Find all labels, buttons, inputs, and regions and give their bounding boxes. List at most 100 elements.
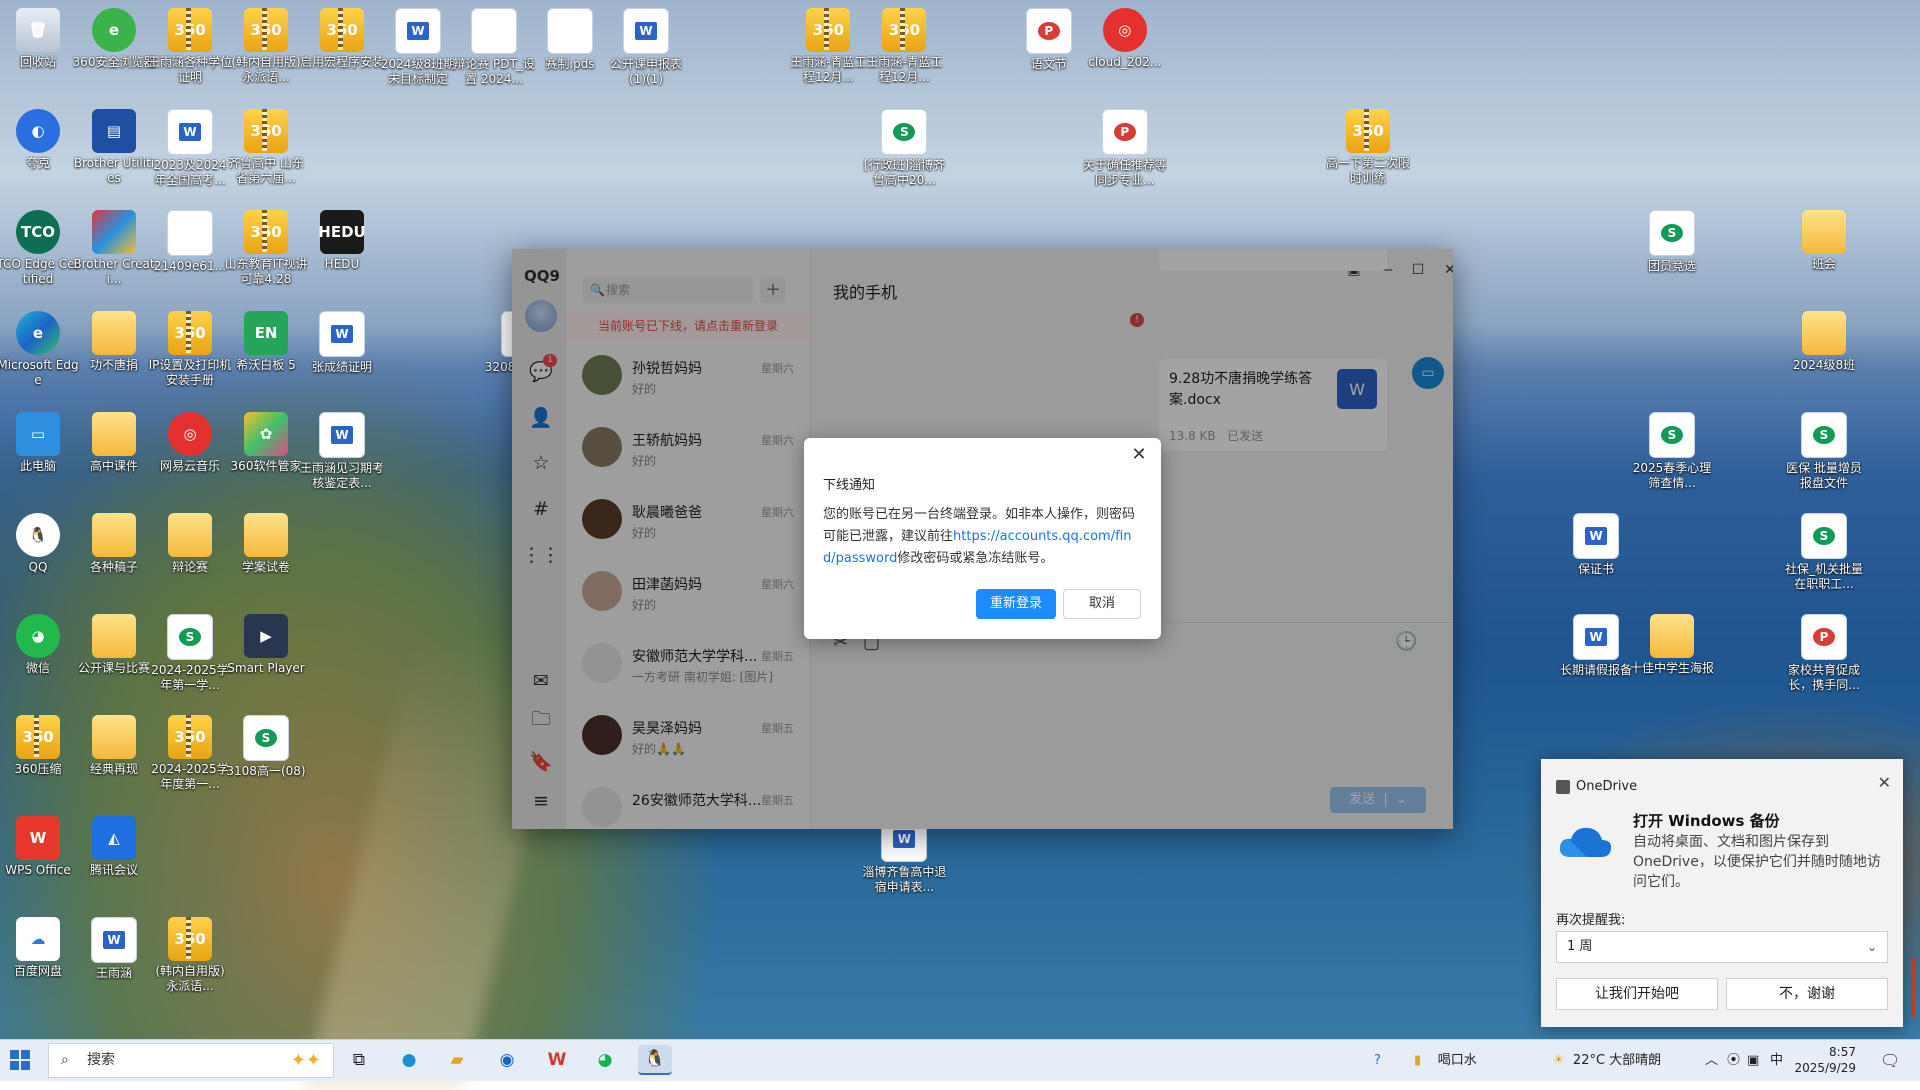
outlook-icon[interactable]: ◉	[490, 1045, 524, 1075]
desktop-icon[interactable]: W 2023及2024年全国高考...	[148, 109, 232, 188]
desktop-icon[interactable]: ◎ 网易云音乐	[148, 412, 232, 474]
display-icon[interactable]: ▣	[1747, 1040, 1759, 1081]
desktop-icon[interactable]: 辩论赛	[148, 513, 232, 575]
task-view-icon[interactable]: ⧉	[342, 1045, 376, 1075]
desktop-icon[interactable]: e Microsoft Edge	[0, 311, 80, 388]
record-icon[interactable]: ⦿	[1727, 1040, 1740, 1081]
desktop-icon[interactable]: 360 王雨涵-青蓝工程12月...	[862, 8, 946, 85]
sun-icon: ☀	[1553, 1053, 1565, 1068]
desktop-icon[interactable]: 360 (韩内自用版) 永派语...	[148, 917, 232, 994]
desktop-icon[interactable]: 360 360压缩	[0, 715, 80, 777]
desktop-icon-label: 回收站	[19, 55, 56, 69]
decline-button[interactable]: 不，谢谢	[1726, 978, 1888, 1010]
desktop-icon[interactable]: 各种稿子	[72, 513, 156, 575]
desktop-icon-label: 夸克	[25, 156, 50, 170]
desktop-icon[interactable]: S 团员竞选	[1630, 210, 1714, 274]
desktop-icon[interactable]: S 2024-2025学年第一学...	[148, 614, 232, 693]
desktop-icon[interactable]: W WPS Office	[0, 816, 80, 878]
desktop-icon-label: 山东教育IT视讲可靠4.28	[224, 257, 308, 286]
desktop-icon[interactable]: ☁ 百度网盘	[0, 917, 80, 979]
desktop-icon[interactable]: 360 王雨涵-青蓝工程12月...	[786, 8, 870, 85]
cancel-button[interactable]: 取消	[1063, 589, 1141, 619]
show-hidden-icons-icon[interactable]: ︿	[1705, 1040, 1718, 1081]
notification-center-icon[interactable]: 🗨	[1880, 1040, 1900, 1081]
desktop-icon[interactable]: 🐧 QQ	[0, 513, 80, 575]
desktop-icon[interactable]: S 医保 批量增员报盘文件	[1782, 412, 1866, 491]
desktop-icon[interactable]: ◭ 腾讯会议	[72, 816, 156, 878]
edge-taskbar-icon[interactable]: ●	[392, 1045, 426, 1075]
desktop-icon-label: 辩论赛	[171, 560, 208, 574]
desktop-icon[interactable]: W 王雨涵见习期考核鉴定表...	[300, 412, 384, 491]
desktop-icon[interactable]: 赛制.pds	[528, 8, 612, 72]
desktop-icon[interactable]: ✿ 360软件管家	[224, 412, 308, 474]
desktop-icon[interactable]: 360 王雨涵各种学位证明	[148, 8, 232, 85]
desktop-icon[interactable]: 360 启用宏程序安装	[300, 8, 384, 70]
desktop-icon[interactable]: W 张成绩证明	[300, 311, 384, 375]
desktop-icon[interactable]: 🗑 回收站	[0, 8, 80, 70]
desktop-icon[interactable]: W 长期请假报备	[1554, 614, 1638, 678]
remind-select[interactable]: 1 周 ⌄	[1556, 931, 1888, 963]
desktop-icon[interactable]: ◕ 微信	[0, 614, 80, 676]
desktop-icon[interactable]: P 关于确任推荐等同步专业...	[1083, 109, 1167, 188]
dialog-close-icon[interactable]: ✕	[1127, 443, 1151, 467]
netease-icon: ◎	[1102, 8, 1147, 52]
desktop-icon[interactable]: 360 齐鲁高中 山东省第六届...	[224, 109, 308, 186]
desktop-icon[interactable]: EN 希沃白板 5	[224, 311, 308, 373]
desktop-icon[interactable]: S 2025春季心理筛查情...	[1630, 412, 1714, 491]
onedrive-app-icon	[1556, 779, 1570, 794]
start-backup-button[interactable]: 让我们开始吧	[1556, 978, 1718, 1010]
file-explorer-icon[interactable]: ▰	[440, 1045, 474, 1075]
desktop-icon[interactable]: Brother Creati...	[72, 210, 156, 287]
desktop-icon-label: 360压缩	[14, 762, 62, 776]
help-icon[interactable]: ?	[1374, 1040, 1381, 1081]
desktop-icon[interactable]: W 2024级8班期末目标制定	[376, 8, 460, 87]
desktop-icon[interactable]: S 社保_机关批量在职职工...	[1782, 513, 1866, 592]
wechat-icon: ◕	[16, 614, 60, 658]
desktop-icon[interactable]: HEDU HEDU	[300, 210, 384, 272]
desktop-icon[interactable]: W 王雨涵	[72, 917, 156, 981]
toast-close-icon[interactable]: ✕	[1878, 773, 1891, 792]
desktop-icon[interactable]: 360 (韩内自用版) 永派语...	[224, 8, 308, 85]
desktop-icon[interactable]: ◐ 夸克	[0, 109, 80, 171]
desktop-icon[interactable]: 360 IP设置及打印机安装手册	[148, 311, 232, 388]
desktop-icon-label: 功不唐捐	[89, 358, 138, 372]
desktop-icon[interactable]: W 公开课申报表(1)(1)	[604, 8, 688, 87]
desktop-icon[interactable]: ▤ Brother Utilities	[72, 109, 156, 186]
desktop-icon[interactable]: P 家校共育促成长，携手同...	[1782, 614, 1866, 693]
desktop-icon[interactable]: 功不唐捐	[72, 311, 156, 373]
desktop-icon[interactable]: ▶ Smart Player	[224, 614, 308, 676]
desktop-icon[interactable]: S 3108高一(08)	[224, 715, 308, 779]
desktop-icon[interactable]: 十佳中学生海报	[1630, 614, 1714, 676]
wps-taskbar-icon[interactable]: W	[540, 1045, 574, 1075]
desktop-icon[interactable]: W 保证书	[1554, 513, 1638, 577]
start-button[interactable]	[10, 1050, 30, 1070]
remind-label: 再次提醒我:	[1556, 913, 1626, 928]
desktop-icon[interactable]: 高中课件	[72, 412, 156, 474]
qq-taskbar-icon[interactable]: 🐧	[638, 1045, 672, 1075]
desktop-icon[interactable]: 学案试卷	[224, 513, 308, 575]
desktop-icon[interactable]: e 360安全浏览器	[72, 8, 156, 70]
desktop-icon[interactable]: P 语文节	[1007, 8, 1091, 72]
doc-icon	[471, 8, 517, 54]
desktop-icon[interactable]: ▭ 此电脑	[0, 412, 80, 474]
word-icon: W	[395, 8, 441, 54]
relogin-button[interactable]: 重新登录	[976, 589, 1056, 619]
wechat-taskbar-icon[interactable]: ◕	[588, 1045, 622, 1075]
desktop-icon[interactable]: 辩论赛 PDT_设置 2024...	[452, 8, 536, 87]
desktop-icon[interactable]: S [行政班]淄博齐鲁高中20...	[862, 109, 946, 188]
desktop-icon[interactable]: 班会	[1782, 210, 1866, 272]
desktop-icon[interactable]: 360 2024-2025学年度第一...	[148, 715, 232, 792]
desktop-icon[interactable]: 360 山东教育IT视讲可靠4.28	[224, 210, 308, 287]
desktop-icon-label: 百度网盘	[13, 964, 62, 978]
weather-widget[interactable]: ☀ 22°C 大部晴朗	[1553, 1040, 1661, 1081]
desktop-icon[interactable]: 360 高一下第二次限时训练	[1326, 109, 1410, 186]
desktop-icon[interactable]: TCO TCO Edge Certified	[0, 210, 80, 287]
desktop-icon[interactable]: 经典再现	[72, 715, 156, 777]
desktop-icon[interactable]: 2024级8班	[1782, 311, 1866, 373]
taskbar-search-box[interactable]: ⌕ 搜索 ✦✦	[48, 1043, 334, 1078]
desktop-icon[interactable]: 21409e61...	[148, 210, 232, 274]
desktop-icon[interactable]: 公开课与比赛	[72, 614, 156, 676]
clock[interactable]: 8:57 2025/9/29	[1776, 1044, 1856, 1076]
drink-reminder[interactable]: ▮ 喝口水	[1414, 1040, 1477, 1081]
desktop-icon[interactable]: ◎ cloud_202...	[1083, 8, 1167, 70]
